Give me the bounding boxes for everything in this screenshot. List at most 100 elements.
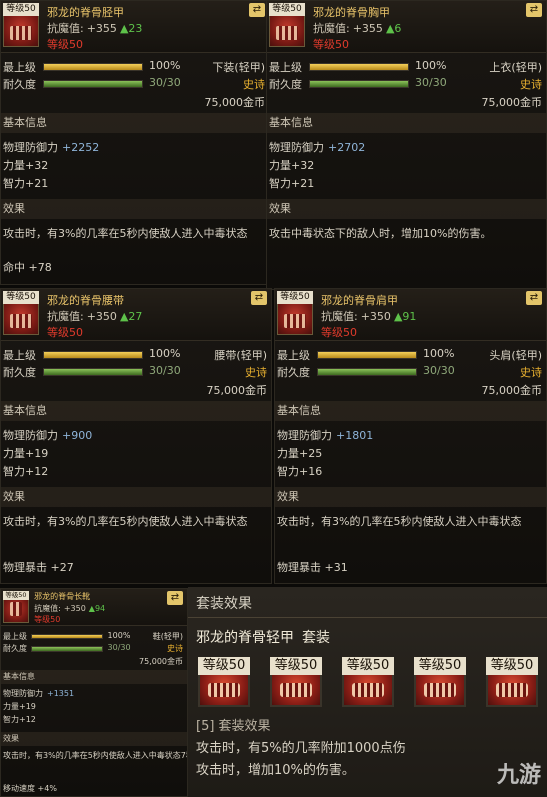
max-grade-label: 最上级 <box>277 349 310 362</box>
durability-bar <box>43 80 143 88</box>
set-piece-icon[interactable]: 等级50 <box>486 657 538 707</box>
stat-row: 物理防御力 +1351 <box>3 688 74 699</box>
stat-value: +21 <box>291 177 315 190</box>
stat-row: 物理防御力 +2252 <box>3 139 99 155</box>
stat-value: +25 <box>299 447 323 460</box>
magic-upgrade: ▲23 <box>119 22 143 35</box>
stat-row: 智力+12 <box>3 463 48 479</box>
item-type: 腰带(轻甲) <box>214 349 267 362</box>
extra-stat: 移动速度 +4% <box>3 784 57 794</box>
grade-bar <box>317 351 417 359</box>
set-bonus-line: 攻击时，有5%的几率附加1000点伤 <box>196 741 406 756</box>
effect-text: 攻击时，有3%的几率在5秒内使敌人进入中毒状态 <box>277 515 522 528</box>
level-requirement: 等级50 <box>47 326 83 339</box>
item-name: 邪龙的脊骨胫甲 <box>47 6 124 19</box>
set-piece-icon[interactable]: 等级50 <box>342 657 394 707</box>
durability-label: 耐久度 <box>3 366 36 379</box>
stat-value: +19 <box>25 447 49 460</box>
durability-bar <box>317 368 417 376</box>
effect-header: 效果 <box>1 487 271 507</box>
logo-icon: 九游 <box>496 763 541 788</box>
tooltip-header: 等级50 邪龙的脊骨长靴 抗魔值: +350 ▲94 等级50 ⇄ <box>1 589 187 627</box>
stat-name: 物理防御力 <box>277 429 332 442</box>
grade-bar-fill <box>318 352 416 358</box>
stat-name: 智力 <box>277 465 299 478</box>
set-piece-art <box>208 683 240 697</box>
stat-value: +1351 <box>47 689 75 699</box>
effect-header: 效果 <box>1 199 269 219</box>
durability-label: 耐久度 <box>3 644 27 653</box>
set-piece-icon[interactable]: 等级50 <box>414 657 466 707</box>
magic-value: +350 <box>86 310 117 323</box>
grade-percent: 100% <box>107 630 131 640</box>
item-level-badge: 等级50 <box>3 3 39 16</box>
armor-icon[interactable]: 等级50 <box>3 591 29 623</box>
stat-row: 智力+16 <box>277 463 322 479</box>
stat-row: 力量+32 <box>269 157 314 173</box>
armor-icon[interactable]: 等级50 <box>3 3 39 47</box>
durability-label: 耐久度 <box>3 78 36 91</box>
item-name: 邪龙的脊骨腰带 <box>47 294 124 307</box>
durability-value: 30/30 <box>107 643 131 652</box>
set-piece-icon[interactable]: 等级50 <box>198 657 250 707</box>
item-price: 75,000金币 <box>481 384 543 397</box>
max-grade-label: 最上级 <box>3 631 27 641</box>
set-effect-title: 套装效果 <box>196 596 252 612</box>
stat-name: 力量 <box>3 702 19 712</box>
durability-label: 耐久度 <box>277 366 310 379</box>
set-piece-icon[interactable]: 等级50 <box>270 657 322 707</box>
max-grade-label: 最上级 <box>3 61 36 74</box>
compare-icon[interactable]: ⇄ <box>251 291 267 305</box>
magic-value: +355 <box>86 22 117 35</box>
level-requirement: 等级50 <box>34 615 61 625</box>
item-type: 头肩(轻甲) <box>489 349 542 362</box>
stat-name: 智力 <box>3 465 25 478</box>
stat-name: 物理防御力 <box>3 689 43 699</box>
stat-row: 力量+32 <box>3 157 48 173</box>
tooltip-header: 等级50 邪龙的脊骨肩甲 抗魔值: +350 ▲91 等级50 ⇄ <box>275 289 546 341</box>
durability-bar-fill <box>310 81 408 87</box>
basic-info-header: 基本信息 <box>267 113 546 133</box>
stat-row: 智力+12 <box>3 714 36 725</box>
item-level-badge: 等级50 <box>277 291 313 304</box>
effect-text: 攻击时，有3%的几率在5秒内使敌人进入中毒状态7秒。 <box>3 751 188 761</box>
stat-value: +2702 <box>328 141 366 154</box>
armor-icon[interactable]: 等级50 <box>269 3 305 47</box>
compare-icon[interactable]: ⇄ <box>167 591 183 605</box>
effect-text: 攻击时，有3%的几率在5秒内使敌人进入中毒状态 <box>3 227 248 240</box>
item-tooltip: 等级50 邪龙的脊骨长靴 抗魔值: +350 ▲94 等级50 ⇄ 最上级 100% 耐久度 30/… <box>0 588 188 797</box>
level-requirement: 等级50 <box>47 38 83 51</box>
max-grade-label: 最上级 <box>269 61 302 74</box>
effect-text: 攻击中毒状态下的敌人时，增加10%的伤害。 <box>269 227 492 240</box>
magic-label: 抗魔值: <box>34 603 61 613</box>
armor-icon[interactable]: 等级50 <box>277 291 313 335</box>
item-price: 75,000金币 <box>206 384 268 397</box>
grade-bar-fill <box>32 634 103 639</box>
durability-bar-fill <box>44 369 142 375</box>
armor-icon[interactable]: 等级50 <box>3 291 39 335</box>
stat-value: +21 <box>25 177 49 190</box>
armor-art <box>10 26 32 40</box>
set-piece-level: 等级50 <box>414 657 466 675</box>
compare-icon[interactable]: ⇄ <box>526 3 542 17</box>
basic-info-header: 基本信息 <box>1 669 187 685</box>
stat-value: +12 <box>19 715 36 725</box>
tooltip-header: 等级50 邪龙的脊骨胸甲 抗魔值: +355 ▲6 等级50 ⇄ <box>267 1 546 53</box>
item-level-badge: 等级50 <box>269 3 305 16</box>
set-name-text: 邪龙的脊骨轻甲 <box>196 630 294 646</box>
item-type: 上衣(轻甲) <box>489 61 542 74</box>
grade-bar-fill <box>44 64 142 70</box>
basic-info-header: 基本信息 <box>1 113 269 133</box>
stat-row: 力量+19 <box>3 701 36 712</box>
durability-value: 30/30 <box>423 364 455 377</box>
max-grade-label: 最上级 <box>3 349 36 362</box>
set-piece-level: 等级50 <box>342 657 394 675</box>
compare-icon[interactable]: ⇄ <box>526 291 542 305</box>
compare-icon[interactable]: ⇄ <box>249 3 265 17</box>
magic-label: 抗魔值: <box>47 22 84 35</box>
item-rarity: 史诗 <box>520 78 542 91</box>
magic-value: +350 <box>63 603 86 613</box>
extra-stat: 物理暴击 +27 <box>3 561 74 574</box>
basic-info-header: 基本信息 <box>1 401 271 421</box>
durability-bar <box>309 80 409 88</box>
